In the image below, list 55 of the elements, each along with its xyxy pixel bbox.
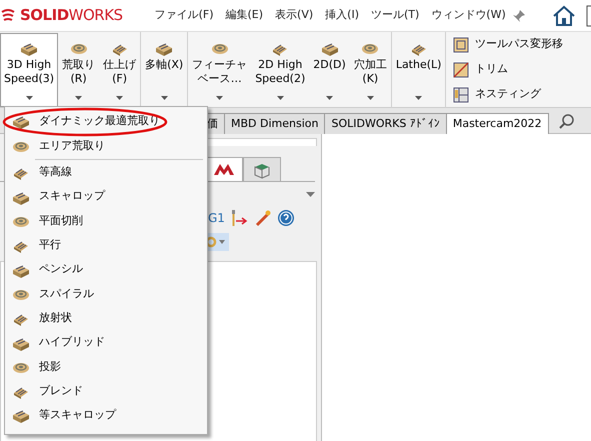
caret-icon [219, 240, 225, 244]
menu-item[interactable]: ハイブリッド [5, 330, 207, 355]
tab[interactable]: SOLIDWORKS ｱﾄﾞｲﾝ [324, 113, 447, 134]
menu-item[interactable]: 放射状 [5, 306, 207, 330]
home-icon [552, 4, 576, 26]
app-logo: SOLIDWORKS [20, 5, 123, 26]
ribbon-button[interactable]: トリム [449, 60, 568, 79]
tab[interactable]: MBD Dimension [224, 113, 326, 134]
ribbon-button[interactable]: 穴加工 (K) [350, 33, 391, 107]
caret-icon [306, 192, 315, 197]
caret-icon [26, 96, 33, 100]
caret-icon [160, 96, 168, 100]
help-icon [277, 209, 296, 227]
caret-icon [276, 96, 284, 100]
ribbon-button[interactable]: Lathe(L) [392, 33, 446, 107]
caret-icon [116, 96, 124, 100]
caret-icon [75, 96, 82, 100]
ribbon-button[interactable]: ツールパス変形移 [449, 35, 568, 54]
panel-tab[interactable] [205, 157, 243, 181]
logo-icon [0, 8, 16, 24]
menu-item[interactable]: 等高線 [5, 160, 207, 185]
menu-item[interactable]: ウィンドウ(W) [425, 7, 512, 24]
wand-icon [254, 209, 272, 227]
trim-icon [453, 62, 470, 78]
search-icon [558, 113, 576, 131]
menu-item[interactable]: 等スキャロップ [5, 403, 207, 428]
tool-arrow-icon [230, 209, 248, 227]
logo-icon [212, 162, 236, 176]
menu-item[interactable]: ツール(T) [364, 7, 426, 24]
menu-item[interactable]: 挿入(I) [319, 7, 365, 24]
ribbon-button[interactable]: 2D High Speed(2) [251, 33, 310, 107]
menu-item[interactable]: ペンシル [5, 257, 207, 282]
transform-icon [453, 36, 470, 52]
panel-tab[interactable] [243, 157, 281, 181]
ribbon-button[interactable]: ネスティング [449, 85, 568, 104]
menu-item[interactable]: スパイラル [5, 282, 207, 306]
menu-item[interactable]: 投影 [5, 354, 207, 379]
menu-item[interactable]: 平面切削 [5, 208, 207, 234]
tab[interactable]: Mastercam2022 [446, 113, 549, 134]
toolbar-label[interactable]: G1 [208, 209, 225, 227]
caret-icon [415, 96, 422, 100]
caret-icon [366, 96, 374, 100]
pin-icon [512, 8, 526, 22]
ribbon-button[interactable]: 2D(D) [309, 33, 350, 107]
menu-item[interactable]: ブレンド [5, 378, 207, 404]
menu-item[interactable]: 編集(E) [220, 7, 270, 24]
menu-item[interactable]: 平行 [5, 233, 207, 258]
ribbon-button[interactable]: 3D High Speed(3) [0, 33, 58, 107]
caret-icon [326, 96, 334, 100]
gear-icon [205, 236, 217, 248]
nesting-icon [453, 86, 470, 102]
menu-item[interactable]: 表示(V) [269, 7, 320, 24]
menu-item[interactable]: ファイル(F) [148, 7, 220, 24]
menu-item[interactable]: スキャロップ [5, 184, 207, 209]
caret-icon [216, 96, 224, 100]
